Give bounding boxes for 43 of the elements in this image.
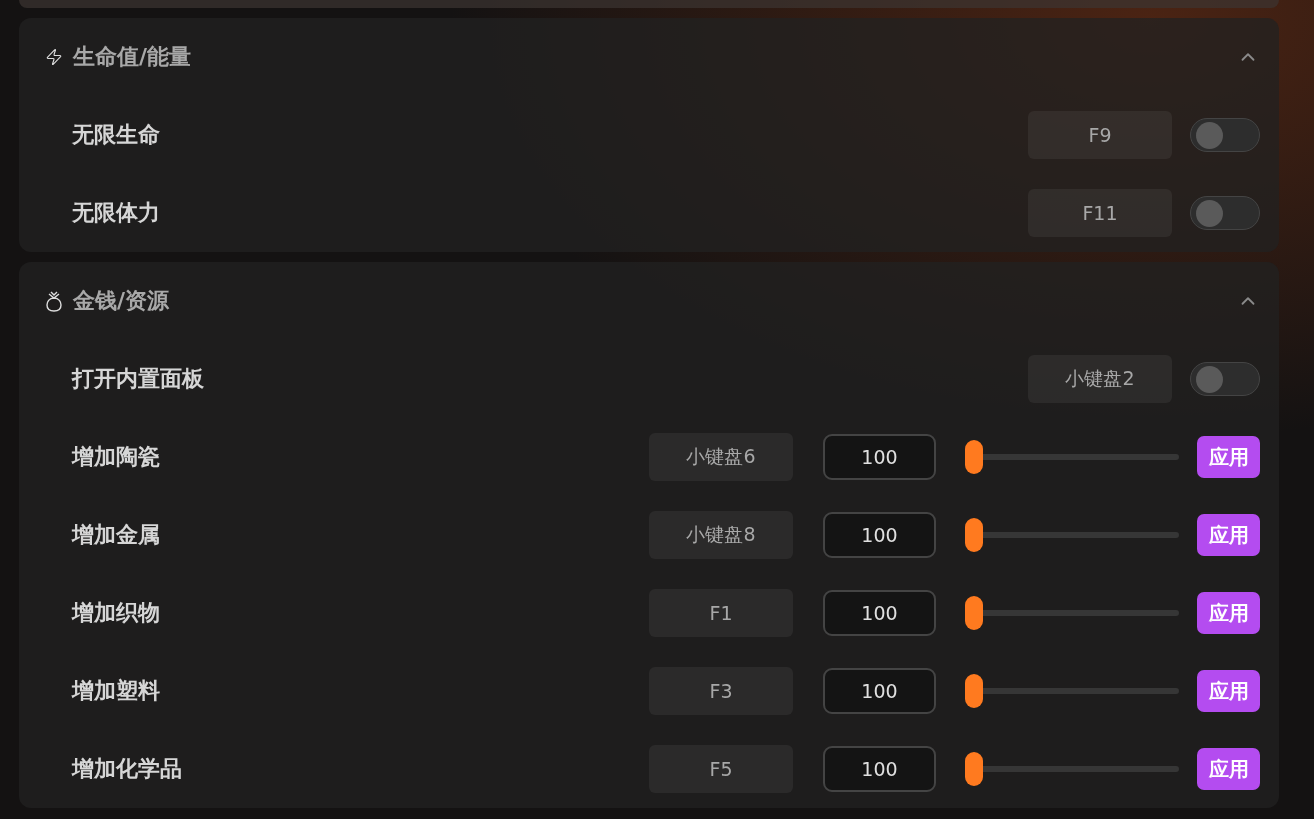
amount-slider[interactable] [965,440,1179,474]
lightning-icon [45,48,63,66]
amount-field[interactable]: 100 [823,746,936,792]
toggle-switch[interactable] [1190,362,1260,396]
amount-field[interactable]: 100 [823,590,936,636]
option-label: 增加金属 [72,521,160,549]
apply-button[interactable]: 应用 [1197,436,1260,478]
option-label: 打开内置面板 [72,365,204,393]
hotkey-field[interactable]: 小键盘2 [1028,355,1172,403]
amount-slider[interactable] [965,518,1179,552]
amount-field[interactable]: 100 [823,434,936,480]
hotkey-field[interactable]: F3 [649,667,793,715]
apply-button[interactable]: 应用 [1197,670,1260,712]
money-bag-icon [45,290,63,312]
slider-thumb[interactable] [965,518,983,552]
option-label: 无限体力 [72,199,160,227]
option-label: 增加织物 [72,599,160,627]
toggle-switch[interactable] [1190,118,1260,152]
option-label: 增加塑料 [72,677,160,705]
option-label: 增加陶瓷 [72,443,160,471]
amount-slider[interactable] [965,752,1179,786]
amount-slider[interactable] [965,596,1179,630]
apply-button[interactable]: 应用 [1197,592,1260,634]
amount-field[interactable]: 100 [823,512,936,558]
hotkey-field[interactable]: 小键盘6 [649,433,793,481]
toggle-switch[interactable] [1190,196,1260,230]
amount-field[interactable]: 100 [823,668,936,714]
hotkey-field[interactable]: F11 [1028,189,1172,237]
hotkey-field[interactable]: 小键盘8 [649,511,793,559]
slider-thumb[interactable] [965,674,983,708]
section-title: 金钱/资源 [73,287,170,315]
apply-button[interactable]: 应用 [1197,748,1260,790]
slider-thumb[interactable] [965,752,983,786]
hotkey-field[interactable]: F9 [1028,111,1172,159]
amount-slider[interactable] [965,674,1179,708]
option-label: 无限生命 [72,121,160,149]
hotkey-field[interactable]: F5 [649,745,793,793]
apply-button[interactable]: 应用 [1197,514,1260,556]
section-title: 生命值/能量 [73,43,192,71]
hotkey-field[interactable]: F1 [649,589,793,637]
option-label: 增加化学品 [72,755,182,783]
slider-thumb[interactable] [965,440,983,474]
slider-thumb[interactable] [965,596,983,630]
